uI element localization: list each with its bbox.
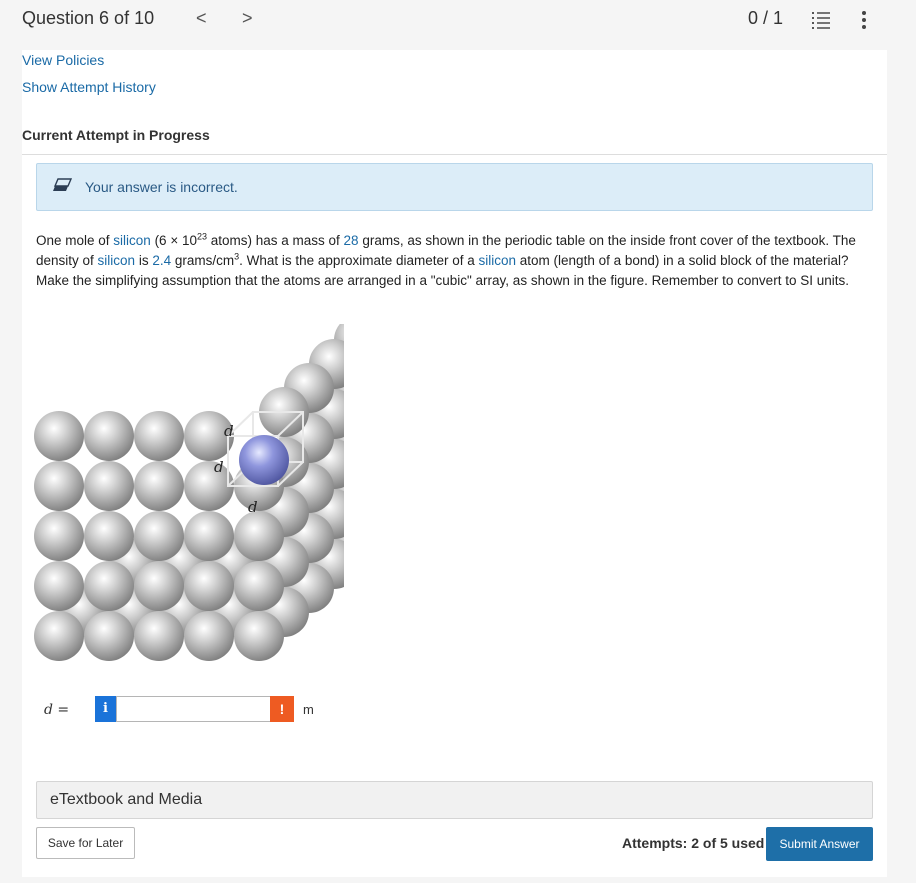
highlighted-atom [239,435,289,485]
question-text: One mole of silicon (6 × 1023 atoms) has… [36,231,856,288]
feedback-alert: Your answer is incorrect. [36,163,873,211]
prev-question-button[interactable]: < [196,8,207,29]
next-question-button[interactable]: > [242,8,253,29]
atom [184,511,234,561]
atom [84,511,134,561]
cubic-lattice-figure: d d d d [34,324,344,661]
cube-height-label: d [214,458,224,476]
atom [184,561,234,611]
atom [84,411,134,461]
list-icon[interactable] [811,10,831,30]
question-header: Question 6 of 10 < > 0 / 1 [0,0,916,50]
atom [134,411,184,461]
atom [134,611,184,661]
show-attempt-history-link[interactable]: Show Attempt History [22,79,156,95]
warning-button[interactable]: ! [270,696,294,722]
atom [34,461,84,511]
atom [134,561,184,611]
atom [134,461,184,511]
attempt-status: Current Attempt in Progress [22,127,210,143]
atom [34,511,84,561]
save-for-later-button[interactable]: Save for Later [36,827,135,859]
atom [184,461,234,511]
view-policies-link[interactable]: View Policies [22,52,104,68]
more-vertical-icon[interactable] [856,10,872,30]
submit-answer-button[interactable]: Submit Answer [766,827,873,861]
question-panel: View Policies Show Attempt History Curre… [22,50,887,877]
answer-input[interactable] [116,696,278,722]
divider [22,154,887,155]
cube-width-label: d [248,498,258,516]
eraser-icon [53,178,73,191]
atom [34,611,84,661]
question-score: 0 / 1 [748,8,784,28]
feedback-message: Your answer is incorrect. [85,179,238,195]
atom-lattice [34,324,344,661]
atom [84,611,134,661]
question-counter: Question 6 of 10 [22,8,155,28]
info-button[interactable]: i [95,696,116,722]
atom [84,461,134,511]
atom [34,561,84,611]
atom [34,411,84,461]
etextbook-media-accordion[interactable]: eTextbook and Media [36,781,873,819]
atom [234,561,284,611]
cube-depth-label: d [224,422,234,440]
atom [234,611,284,661]
answer-unit: m [303,702,314,717]
atom [134,511,184,561]
atom [84,561,134,611]
etextbook-media-label: eTextbook and Media [50,791,203,808]
answer-label: d = [44,702,70,718]
atom [184,611,234,661]
atom [234,511,284,561]
answer-row: d = i ! m [36,694,436,724]
attempts-counter: Attempts: 2 of 5 used [622,835,765,851]
